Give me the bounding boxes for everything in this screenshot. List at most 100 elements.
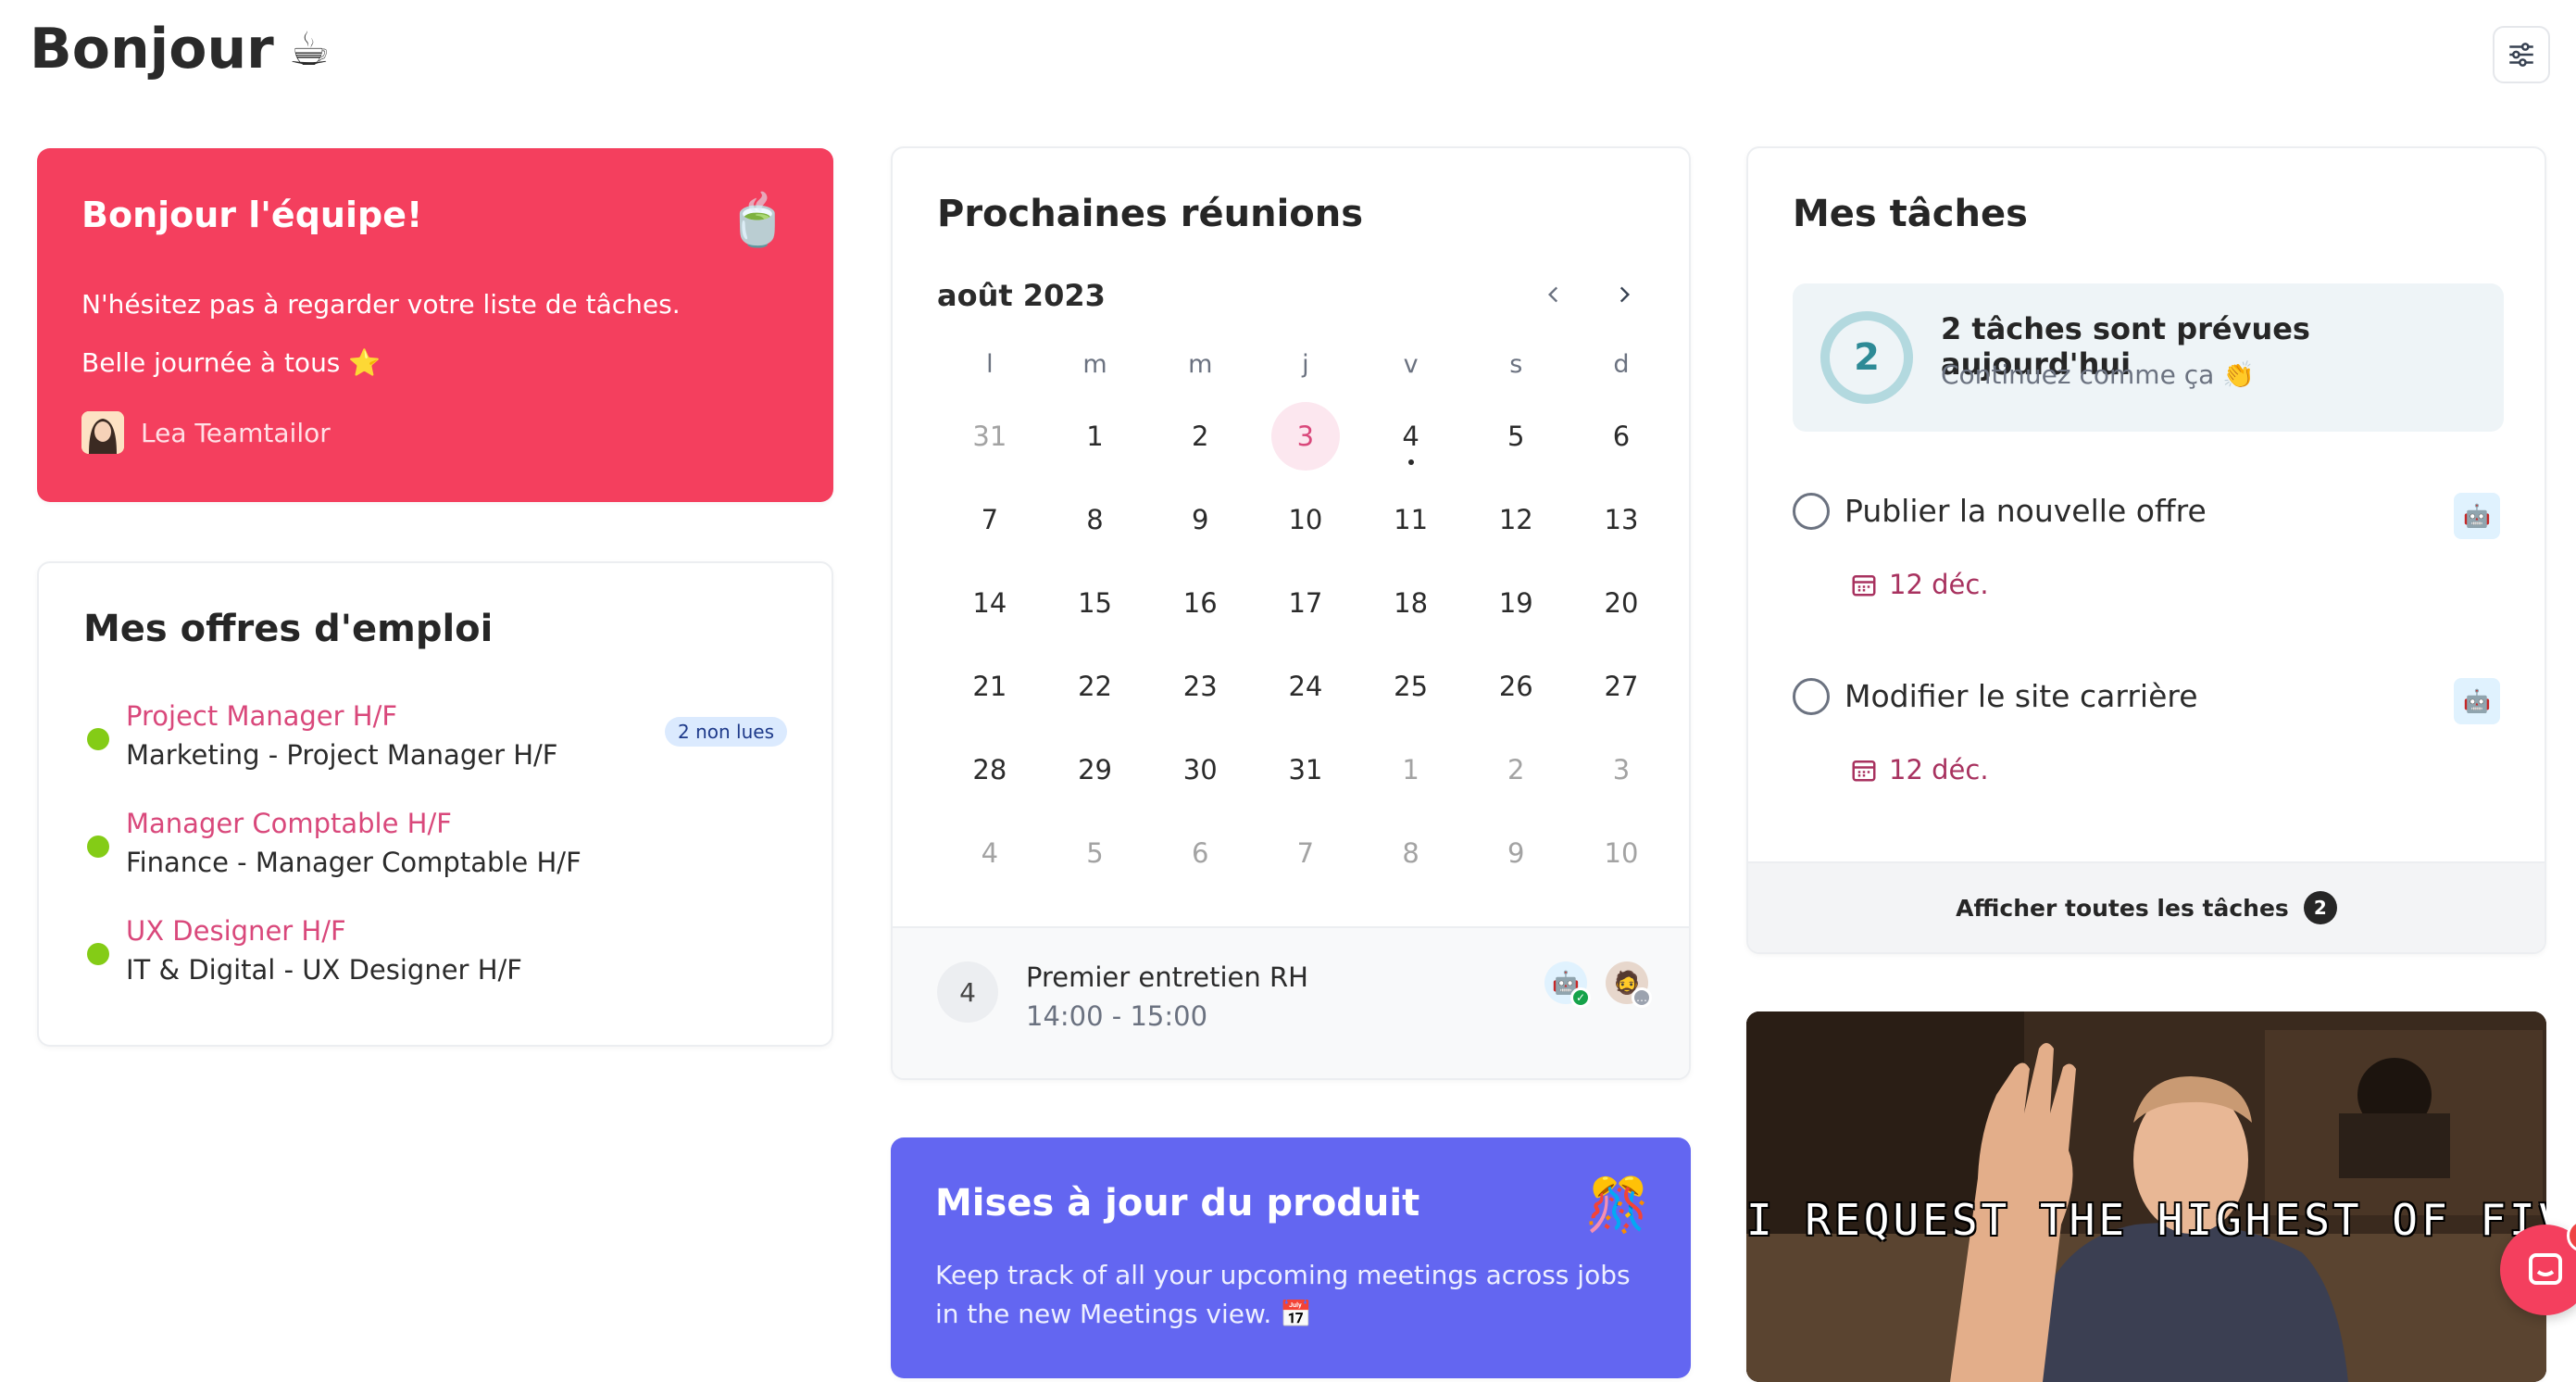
calendar-day[interactable]: 30 [1147, 728, 1253, 811]
calendar-month: août 2023 [937, 278, 1106, 313]
meeting-item[interactable]: 4 Premier entretien RH 14:00 - 15:00 🤖 ✓… [893, 926, 1689, 1078]
weekday-label: m [1188, 350, 1213, 379]
calendar-day[interactable]: 3 [1253, 395, 1358, 478]
meetings-title: Prochaines réunions [937, 193, 1364, 235]
calendar-day[interactable]: 14 [937, 561, 1043, 645]
attendee-avatar[interactable]: 🤖 ✓ [1544, 961, 1591, 1008]
calendar-day[interactable]: 20 [1569, 561, 1674, 645]
calendar-day[interactable]: 29 [1043, 728, 1148, 811]
calendar-week: 7 8 9 10 11 12 13 [937, 478, 1674, 561]
calendar-day[interactable]: 16 [1147, 561, 1253, 645]
calendar-day[interactable]: 18 [1358, 561, 1464, 645]
calendar-day[interactable]: 12 [1463, 478, 1569, 561]
job-item[interactable]: UX Designer H/F IT & Digital - UX Design… [83, 915, 787, 999]
settings-button[interactable] [2493, 26, 2550, 83]
calendar-day[interactable]: 31 [937, 395, 1043, 478]
calendar-day-number: 20 [1604, 587, 1639, 619]
calendar-day-number: 16 [1182, 587, 1218, 619]
calendar-day[interactable]: 24 [1253, 645, 1358, 728]
event-dot-icon [1407, 459, 1414, 465]
welcome-author: Lea Teamtailor [81, 411, 331, 454]
calendar-day[interactable]: 7 [1253, 811, 1358, 895]
task-checkbox[interactable] [1793, 678, 1830, 715]
calendar-day[interactable]: 10 [1253, 478, 1358, 561]
calendar-day-number: 3 [1612, 754, 1631, 785]
calendar-icon [1852, 760, 1876, 782]
calendar-day[interactable]: 26 [1463, 645, 1569, 728]
show-all-tasks-button[interactable]: Afficher toutes les tâches 2 [1748, 861, 2545, 952]
calendar-day[interactable]: 5 [1043, 811, 1148, 895]
chat-icon [2529, 1253, 2562, 1285]
task-due-date: 12 déc. [1850, 754, 1989, 785]
calendar-day[interactable]: 6 [1569, 395, 1674, 478]
calendar-day[interactable]: 19 [1463, 561, 1569, 645]
job-title[interactable]: UX Designer H/F [126, 915, 346, 947]
calendar-day[interactable]: 28 [937, 728, 1043, 811]
meeting-name[interactable]: Premier entretien RH [1026, 961, 1308, 993]
calendar-day-number: 30 [1182, 754, 1218, 785]
tasks-card: Mes tâches 2 2 tâches sont prévues aujou… [1746, 146, 2546, 954]
welcome-author-name: Lea Teamtailor [141, 417, 331, 448]
welcome-line-2: Belle journée à tous ⭐ [81, 347, 381, 378]
attendee-avatar[interactable]: 🧔 … [1606, 961, 1652, 1008]
task-assignee-avatar[interactable]: 🤖 [2454, 493, 2500, 539]
calendar-day[interactable]: 4 [1358, 395, 1464, 478]
calendar-day-number: 25 [1394, 671, 1429, 702]
calendar-day[interactable]: 21 [937, 645, 1043, 728]
calendar-day[interactable]: 9 [1147, 478, 1253, 561]
calendar-day[interactable]: 8 [1043, 478, 1148, 561]
calendar-day[interactable]: 4 [937, 811, 1043, 895]
job-subtitle: Marketing - Project Manager H/F [126, 739, 558, 771]
weekday-label: l [986, 350, 994, 379]
calendar-day[interactable]: 9 [1463, 811, 1569, 895]
calendar-day-number: 1 [1086, 421, 1104, 452]
job-subtitle: IT & Digital - UX Designer H/F [126, 954, 522, 986]
calendar-day[interactable]: 3 [1569, 728, 1674, 811]
calendar-day[interactable]: 17 [1253, 561, 1358, 645]
job-item[interactable]: Manager Comptable H/F Finance - Manager … [83, 808, 787, 891]
person-icon [81, 411, 124, 454]
calendar-day-number: 15 [1078, 587, 1112, 619]
calendar-day[interactable]: 25 [1358, 645, 1464, 728]
previous-month-button[interactable] [1535, 276, 1572, 313]
job-title[interactable]: Manager Comptable H/F [126, 808, 452, 839]
calendar-grid: l m m j v s d 31 1 2 3 4 5 6 7 8 9 10 11 12 13 14 15 16 1… [937, 350, 1674, 895]
calendar-day-number: 31 [972, 421, 1007, 452]
calendar-day[interactable]: 27 [1569, 645, 1674, 728]
calendar-day[interactable]: 23 [1147, 645, 1253, 728]
calendar-day[interactable]: 10 [1569, 811, 1674, 895]
calendar-day-number: 7 [981, 504, 999, 535]
calendar-day[interactable]: 5 [1463, 395, 1569, 478]
calendar-day-number: 4 [981, 837, 999, 869]
task-item[interactable]: Publier la nouvelle offre 12 déc. 🤖 [1793, 493, 2500, 641]
calendar-day-number: 6 [1191, 837, 1209, 869]
task-name[interactable]: Modifier le site carrière [1844, 678, 2198, 714]
calendar-day[interactable]: 22 [1043, 645, 1148, 728]
calendar-day-number: 10 [1288, 504, 1323, 535]
calendar-day[interactable]: 1 [1043, 395, 1148, 478]
weekday-label: v [1403, 350, 1419, 379]
calendar-day-number: 24 [1288, 671, 1323, 702]
calendar-day[interactable]: 2 [1147, 395, 1253, 478]
calendar-day[interactable]: 13 [1569, 478, 1674, 561]
calendar-day[interactable]: 15 [1043, 561, 1148, 645]
welcome-line-1: N'hésitez pas à regarder votre liste de … [81, 289, 681, 320]
calendar-day[interactable]: 1 [1358, 728, 1464, 811]
product-updates-card[interactable]: Mises à jour du produit 🎊 Keep track of … [891, 1137, 1691, 1378]
next-month-button[interactable] [1606, 276, 1643, 313]
calendar-day[interactable]: 7 [937, 478, 1043, 561]
job-title[interactable]: Project Manager H/F [126, 700, 397, 732]
calendar-day[interactable]: 2 [1463, 728, 1569, 811]
job-item[interactable]: Project Manager H/F Marketing - Project … [83, 700, 787, 784]
task-item[interactable]: Modifier le site carrière 12 déc. 🤖 [1793, 678, 2500, 826]
calendar-day[interactable]: 6 [1147, 811, 1253, 895]
calendar-day[interactable]: 8 [1358, 811, 1464, 895]
show-all-tasks-label: Afficher toutes les tâches [1956, 894, 2289, 922]
calendar-day[interactable]: 11 [1358, 478, 1464, 561]
weekday-label: d [1613, 350, 1630, 379]
task-checkbox[interactable] [1793, 493, 1830, 530]
calendar-day[interactable]: 31 [1253, 728, 1358, 811]
task-assignee-avatar[interactable]: 🤖 [2454, 678, 2500, 724]
calendar-day-number: 1 [1402, 754, 1419, 785]
task-name[interactable]: Publier la nouvelle offre [1844, 493, 2207, 529]
